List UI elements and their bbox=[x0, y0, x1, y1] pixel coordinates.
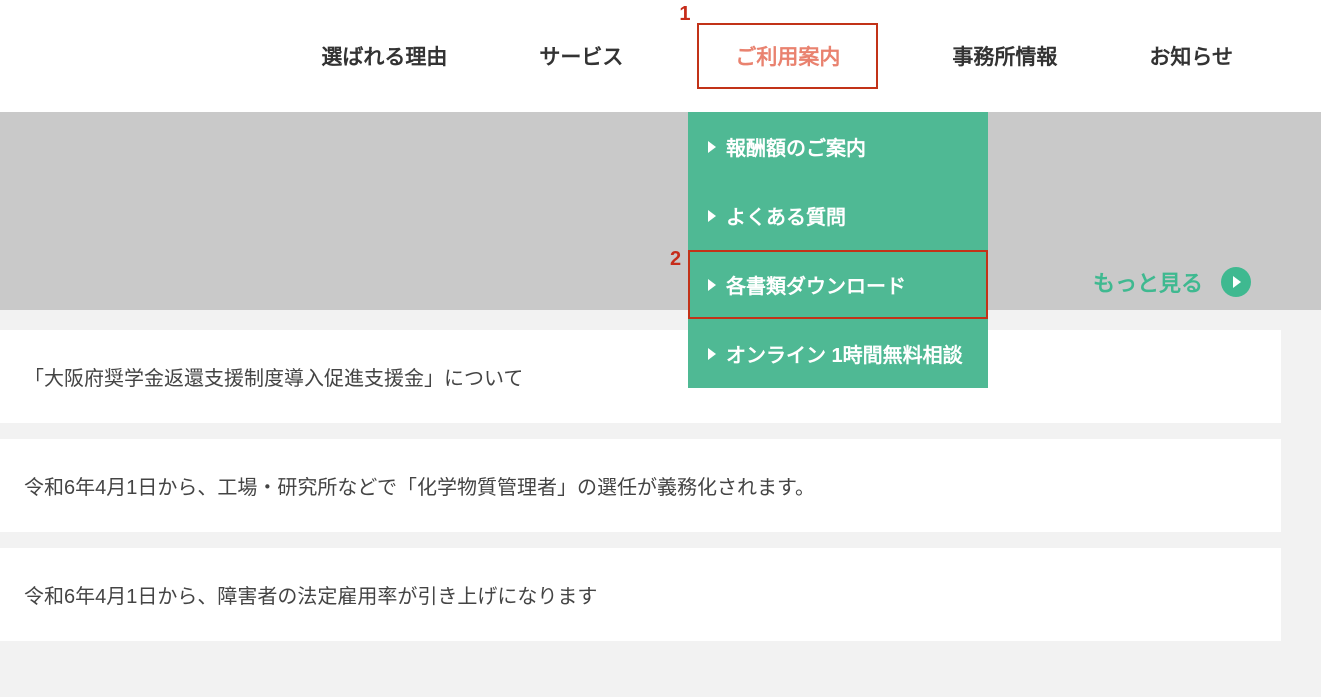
chevron-right-icon bbox=[708, 210, 716, 222]
nav-label: 選ばれる理由 bbox=[321, 46, 447, 69]
nav-label: お知らせ bbox=[1149, 46, 1233, 69]
nav-item-guide[interactable]: 1 ご利用案内 bbox=[697, 23, 878, 89]
dropdown-item-downloads[interactable]: 2 各書類ダウンロード bbox=[688, 250, 988, 319]
more-link[interactable]: もっと見る bbox=[1093, 266, 1251, 298]
chevron-right-icon bbox=[708, 141, 716, 153]
news-list-item[interactable]: 「大阪府奨学金返還支援制度導入促進支援金」について bbox=[0, 330, 1281, 423]
news-list-item[interactable]: 令和6年4月1日から、工場・研究所などで「化学物質管理者」の選任が義務化されます… bbox=[0, 439, 1281, 532]
nav-item-office[interactable]: 事務所情報 bbox=[934, 31, 1075, 81]
nav-label: ご利用案内 bbox=[735, 46, 840, 69]
dropdown-label: 報酬額のご案内 bbox=[726, 132, 968, 161]
annotation-badge-1: 1 bbox=[679, 3, 690, 26]
dropdown-item-fees[interactable]: 報酬額のご案内 bbox=[688, 112, 988, 181]
main-navigation: 選ばれる理由 サービス 1 ご利用案内 事務所情報 お知らせ bbox=[0, 0, 1321, 112]
more-circle-icon bbox=[1221, 267, 1251, 297]
news-title: 令和6年4月1日から、障害者の法定雇用率が引き上げになります bbox=[24, 586, 597, 608]
news-list-item[interactable]: 令和6年4月1日から、障害者の法定雇用率が引き上げになります bbox=[0, 548, 1281, 641]
nav-item-news[interactable]: お知らせ bbox=[1131, 31, 1251, 81]
guide-dropdown: 報酬額のご案内 よくある質問 2 各書類ダウンロード オンライン 1時間無料相談 bbox=[688, 112, 988, 388]
nav-item-reasons[interactable]: 選ばれる理由 bbox=[303, 31, 465, 81]
chevron-right-icon bbox=[708, 348, 716, 360]
nav-item-service[interactable]: サービス bbox=[521, 31, 641, 81]
dropdown-item-online-consult[interactable]: オンライン 1時間無料相談 bbox=[688, 319, 988, 388]
news-title: 「大阪府奨学金返還支援制度導入促進支援金」について bbox=[24, 368, 523, 390]
nav-label: 事務所情報 bbox=[952, 46, 1057, 69]
dropdown-label: オンライン 1時間無料相談 bbox=[726, 339, 968, 368]
dropdown-label: 各書類ダウンロード bbox=[726, 270, 968, 299]
annotation-badge-2: 2 bbox=[670, 248, 681, 271]
nav-label: サービス bbox=[539, 46, 623, 69]
chevron-right-icon bbox=[708, 279, 716, 291]
more-link-label: もっと見る bbox=[1093, 266, 1203, 298]
news-title: 令和6年4月1日から、工場・研究所などで「化学物質管理者」の選任が義務化されます… bbox=[24, 477, 815, 499]
dropdown-label: よくある質問 bbox=[726, 201, 968, 230]
chevron-right-icon bbox=[1233, 276, 1241, 288]
dropdown-item-faq[interactable]: よくある質問 bbox=[688, 181, 988, 250]
